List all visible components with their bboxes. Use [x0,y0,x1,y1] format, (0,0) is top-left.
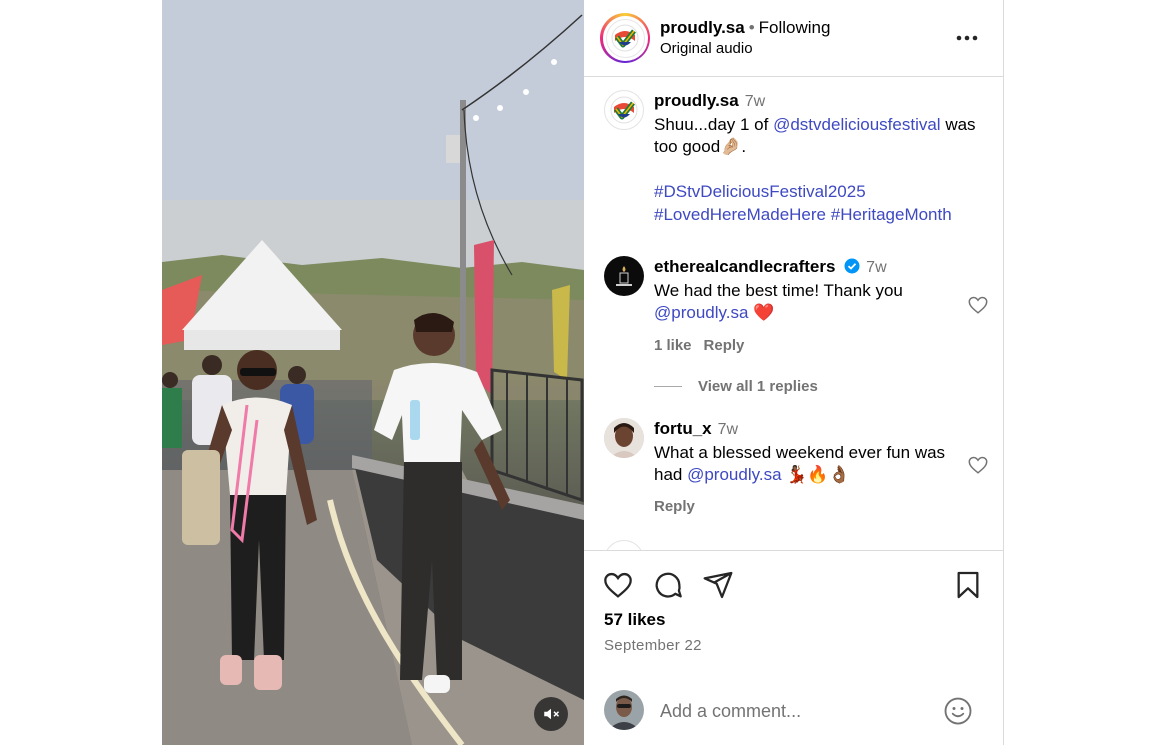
comment-icon[interactable] [652,569,684,601]
profile-photo [604,690,644,730]
proudly-sa-logo [610,96,638,124]
commenter-username[interactable]: etherealcandlecrafters [654,257,835,276]
audio-label[interactable]: Original audio [660,38,830,59]
proudly-sa-logo [605,18,645,58]
mute-icon [544,708,560,720]
festival-photo [162,0,584,745]
separator-dot: • [748,18,755,37]
comment-text: We had the best time! Thank you [654,280,903,300]
heart-icon[interactable] [967,454,989,476]
comment-age: 7w [717,421,739,438]
post-header: proudly.sa • Following Original audio [584,0,1003,77]
more-icon [956,35,978,41]
comment-mention[interactable]: @proudly.sa [687,465,781,484]
comment-likes[interactable]: 1 like [654,337,692,354]
verified-icon [844,258,860,274]
profile-photo [604,418,644,458]
hashtag[interactable]: #LovedHereMadeHere [654,205,826,224]
author-avatar[interactable] [600,13,650,63]
hashtag[interactable]: #HeritageMonth [831,205,952,224]
commenter-username[interactable]: fortu_x [654,419,712,438]
commenter-avatar[interactable] [604,256,644,296]
commenter-avatar[interactable] [604,418,644,458]
current-user-avatar [604,690,644,730]
share-icon[interactable] [702,569,734,601]
bookmark-icon[interactable] [952,569,984,601]
more-options-button[interactable] [955,26,979,50]
view-replies-button[interactable]: View all 1 replies [654,378,818,395]
comment: fortu_x 7w What a blessed weekend ever fu… [604,418,989,528]
caption-text: Shuu...day 1 of [654,114,774,134]
add-comment-input[interactable] [660,696,920,726]
replies-divider [654,386,682,387]
comment-age: 7w [866,259,887,276]
likes-count[interactable]: 57 likes [604,610,665,630]
heart-icon[interactable] [967,294,989,316]
mute-button[interactable] [534,697,568,731]
post-date: September 22 [604,637,702,654]
caption-username[interactable]: proudly.sa [654,91,739,110]
caption-age: 7w [744,93,766,110]
reply-button[interactable]: Reply [654,498,695,515]
candle-logo [616,266,632,286]
post-media[interactable] [162,0,584,745]
post-actions: 57 likes September 22 [584,550,1003,745]
emoji-icon[interactable] [943,696,973,726]
reply-button[interactable]: Reply [704,337,745,354]
comment-emoji: ❤️ [748,303,775,322]
author-username[interactable]: proudly.sa [660,18,745,37]
comment: etherealcandlecrafters 7w We had the bes… [604,256,989,396]
hashtag[interactable]: #DStvDeliciousFestival2025 [654,182,866,201]
view-replies-label: View all 1 replies [698,378,818,395]
comment-emoji: 💃🏾🔥👌🏾 [781,465,850,484]
comments-list[interactable]: proudly.sa 7w Shuu...day 1 of @dstvdelici… [584,78,1003,550]
caption-avatar[interactable] [604,90,644,130]
next-comment-avatar [604,540,644,550]
comment-bar [584,684,1003,745]
following-button[interactable]: Following [759,18,831,37]
comment-mention[interactable]: @proudly.sa [654,303,748,322]
caption-mention[interactable]: @dstvdeliciousfestival [773,115,941,134]
post-panel: proudly.sa • Following Original audio pr… [584,0,1004,745]
like-button[interactable] [602,569,634,601]
caption: proudly.sa 7w Shuu...day 1 of @dstvdelici… [604,90,989,240]
